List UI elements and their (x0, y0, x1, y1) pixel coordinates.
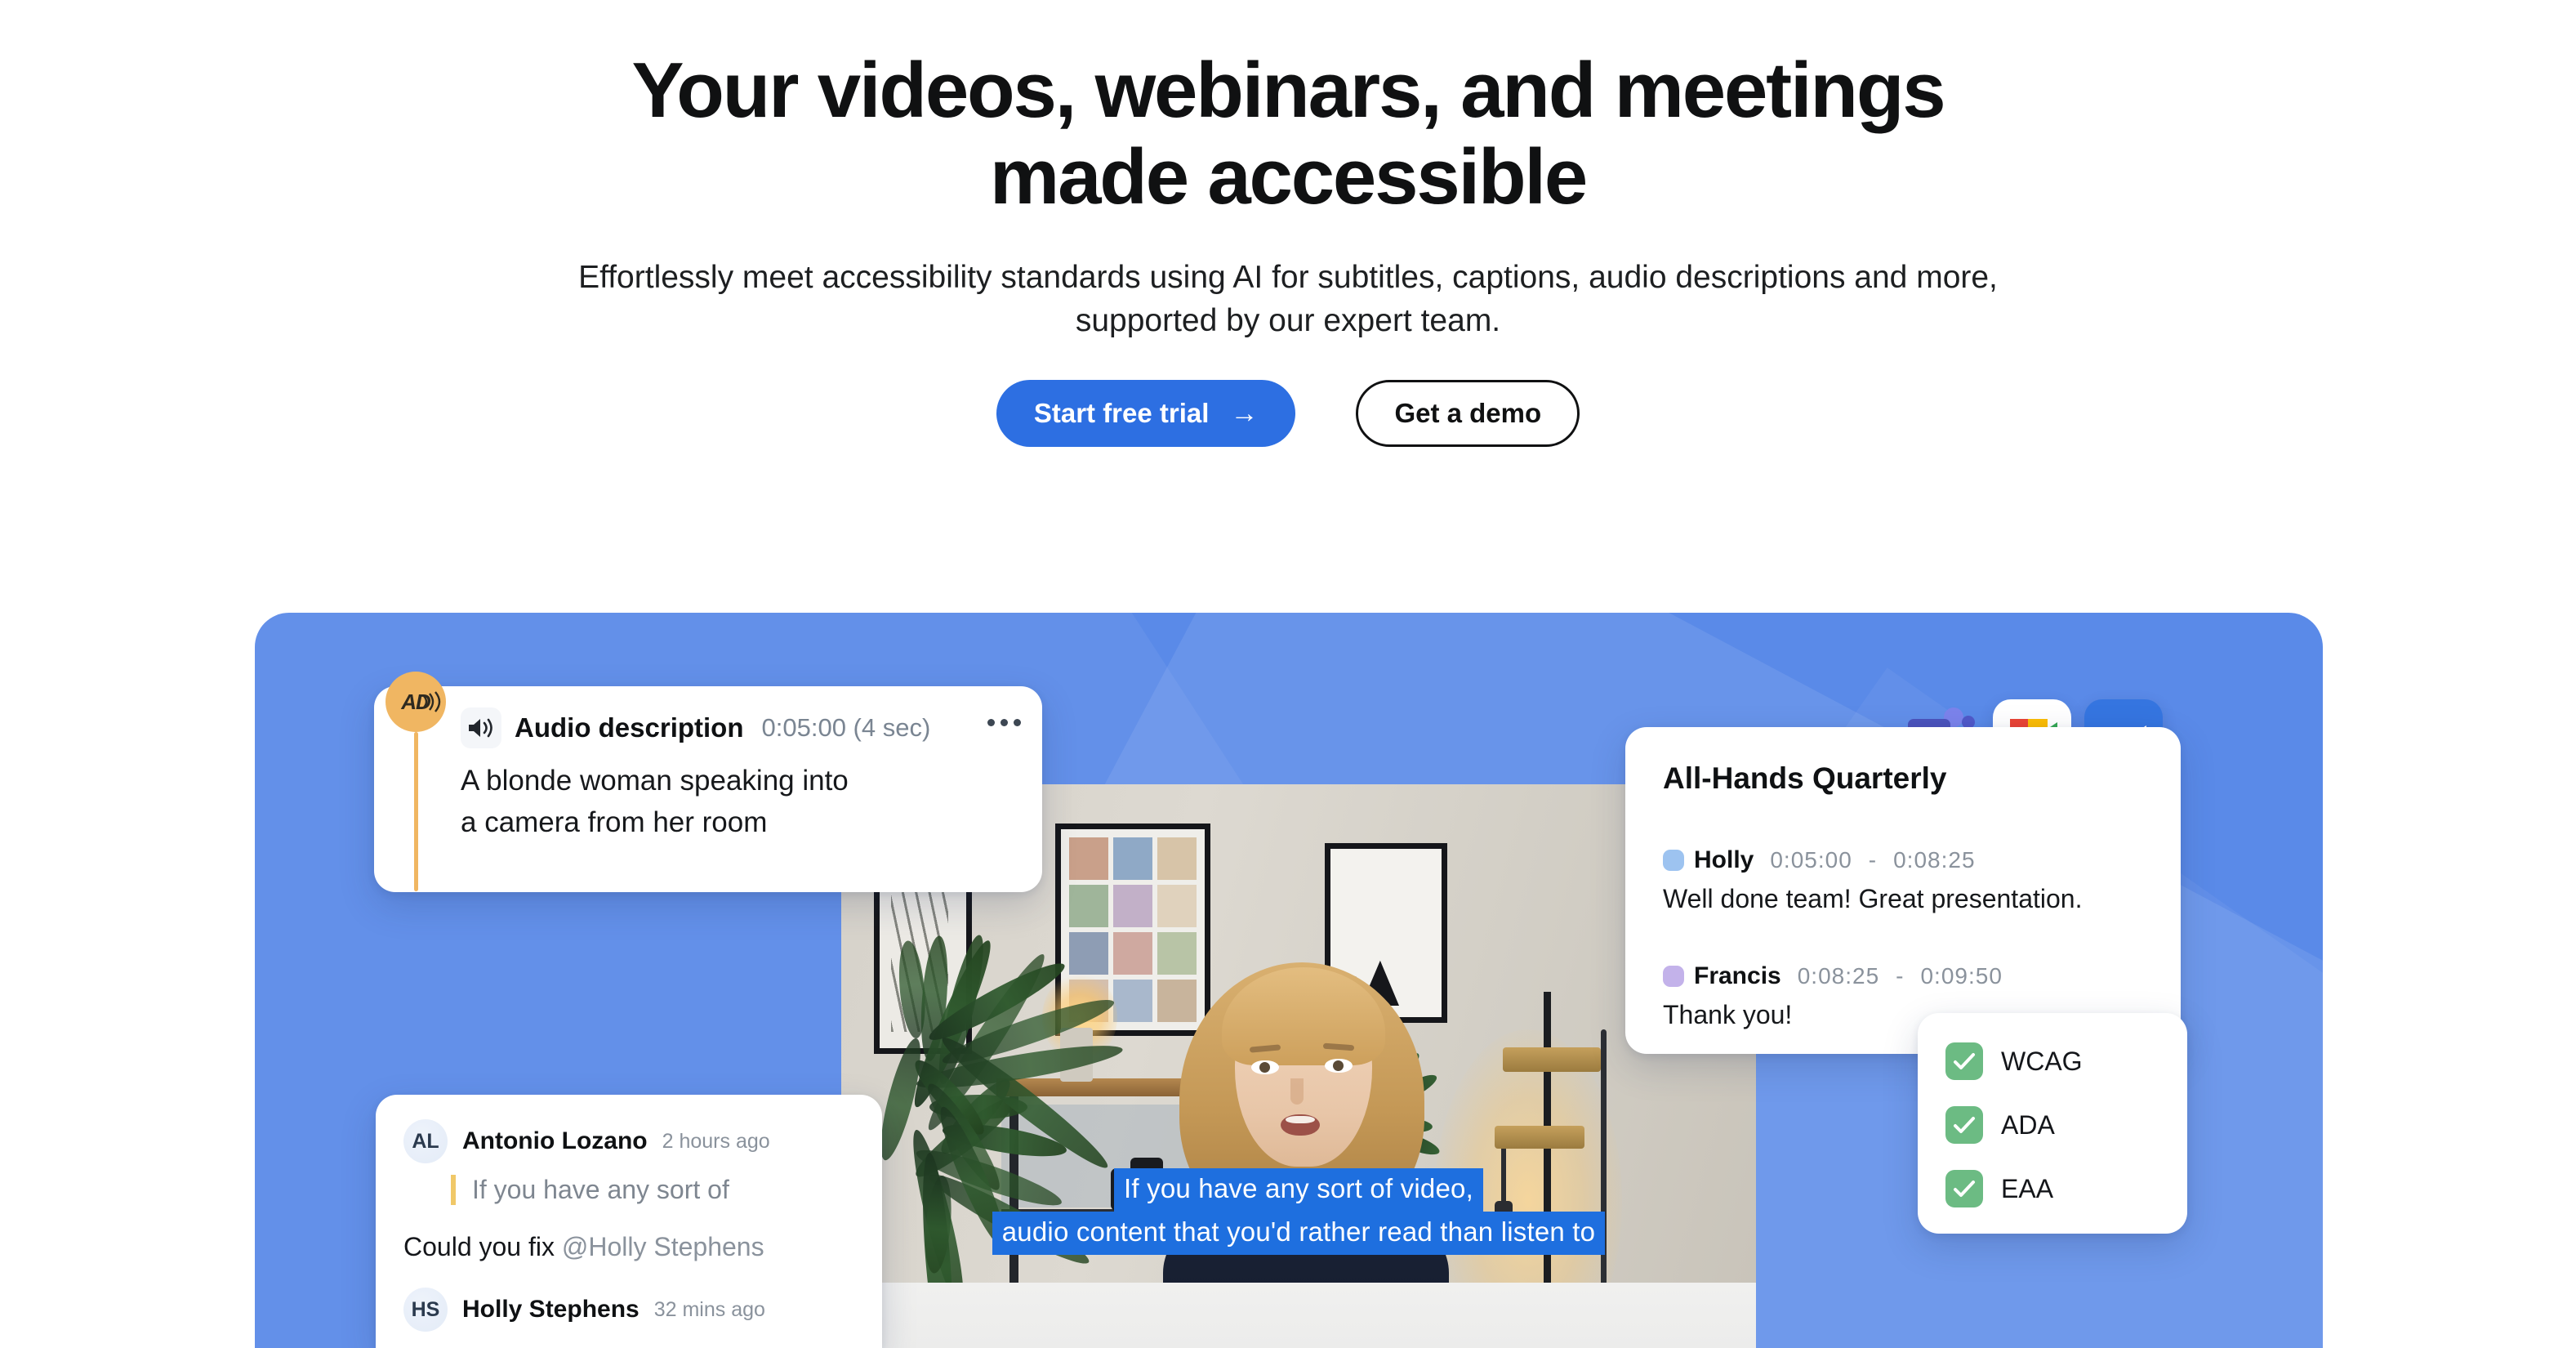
landing-page: Your videos, webinars, and meetings made… (0, 0, 2576, 1348)
entry-time-separator: - (1896, 963, 1905, 989)
video-player-controls[interactable] (841, 1283, 1756, 1348)
compliance-label: ADA (2001, 1109, 2055, 1140)
speaker-color-swatch (1663, 850, 1684, 871)
speaker-icon (461, 707, 501, 748)
subtitle-line-1: If you have any sort of video, (1114, 1168, 1483, 1212)
entry-end-time: 0:09:50 (1920, 963, 2003, 989)
audio-description-title: Audio description (515, 712, 744, 743)
comment-message-prefix: Could you fix (403, 1232, 562, 1261)
speaker-name: Francis (1694, 962, 1781, 989)
audio-description-header: Audio description 0:05:00 (4 sec) (461, 707, 1021, 748)
cta-row: Start free trial → Get a demo (0, 380, 2576, 448)
check-icon (1945, 1170, 1983, 1207)
get-a-demo-label: Get a demo (1394, 398, 1542, 429)
start-free-trial-button[interactable]: Start free trial → (996, 380, 1296, 448)
comment-message: Could you fix @Holly Stephens (403, 1232, 764, 1262)
compliance-item-eaa: EAA (1945, 1170, 2053, 1207)
speaker-name: Holly (1694, 846, 1754, 873)
page-title: Your videos, webinars, and meetings made… (0, 47, 2576, 220)
avatar: HS (403, 1288, 448, 1332)
comment-author: Holly Stephens (462, 1296, 640, 1323)
audio-description-badge-icon: AD (386, 672, 446, 732)
sconce-arm (1495, 1126, 1584, 1149)
subtitle-line-2: audio content that you'd rather read tha… (992, 1211, 1606, 1255)
hero-section: Your videos, webinars, and meetings made… (0, 0, 2576, 448)
audio-description-text: A blonde woman speaking into a camera fr… (461, 760, 1021, 843)
comment-quote: If you have any sort of (451, 1175, 770, 1205)
page-title-line-1: Your videos, webinars, and meetings (631, 47, 1946, 134)
compliance-standards-card: WCAG ADA EAA (1918, 1013, 2187, 1234)
audio-description-stem (414, 732, 418, 891)
comment-mention[interactable]: @Holly Stephens (562, 1232, 764, 1261)
audio-description-card: AD Audio description 0:05:00 (4 sec) A b… (374, 672, 1042, 892)
audio-description-text-line-2: a camera from her room (461, 806, 768, 839)
entry-start-time: 0:08:25 (1797, 963, 1880, 989)
sound-wave-icon (423, 691, 441, 712)
get-a-demo-button[interactable]: Get a demo (1356, 380, 1580, 448)
comment-timestamp: 2 hours ago (662, 1129, 770, 1153)
start-free-trial-label: Start free trial (1033, 398, 1210, 429)
audio-description-timecode: 0:05:00 (4 sec) (761, 713, 931, 742)
audio-description-text-line-1: A blonde woman speaking into (461, 765, 849, 797)
comment-item: HS Holly Stephens 32 mins ago (403, 1288, 765, 1332)
sconce-arm (1503, 1047, 1601, 1072)
entry-end-time: 0:08:25 (1893, 847, 1976, 873)
compliance-label: EAA (2001, 1173, 2054, 1203)
compliance-item-ada: ADA (1945, 1106, 2055, 1144)
comment-item: AL Antonio Lozano 2 hours ago If you hav… (403, 1119, 770, 1205)
page-title-line-2: made accessible (989, 132, 1588, 221)
compliance-label: WCAG (2001, 1046, 2083, 1076)
entry-time-separator: - (1868, 847, 1878, 873)
avatar: AL (403, 1119, 448, 1163)
meeting-transcript-card: All-Hands Quarterly Holly 0:05:00 - 0:08… (1625, 727, 2181, 1054)
comments-card: AL Antonio Lozano 2 hours ago If you hav… (376, 1095, 882, 1348)
more-options-icon[interactable] (987, 719, 1021, 726)
check-icon (1945, 1106, 1983, 1144)
hero-subtitle: Effortlessly meet accessibility standard… (569, 256, 2007, 342)
entry-start-time: 0:05:00 (1770, 847, 1852, 873)
transcript-text: Well done team! Great presentation. (1663, 884, 2083, 913)
comment-author: Antonio Lozano (462, 1127, 648, 1154)
audio-description-body: Audio description 0:05:00 (4 sec) A blon… (461, 707, 1021, 843)
transcript-entry: Holly 0:05:00 - 0:08:25 Well done team! … (1663, 846, 2082, 914)
video-subtitles: If you have any sort of video, audio con… (841, 1168, 1756, 1255)
check-icon (1945, 1042, 1983, 1080)
compliance-item-wcag: WCAG (1945, 1042, 2083, 1080)
comment-timestamp: 32 mins ago (653, 1297, 765, 1321)
hero-subtitle-line-1: Effortlessly meet accessibility standard… (578, 260, 1908, 296)
speaker-color-swatch (1663, 966, 1684, 987)
meeting-title: All-Hands Quarterly (1663, 761, 1947, 795)
arrow-right-icon: → (1230, 398, 1259, 430)
